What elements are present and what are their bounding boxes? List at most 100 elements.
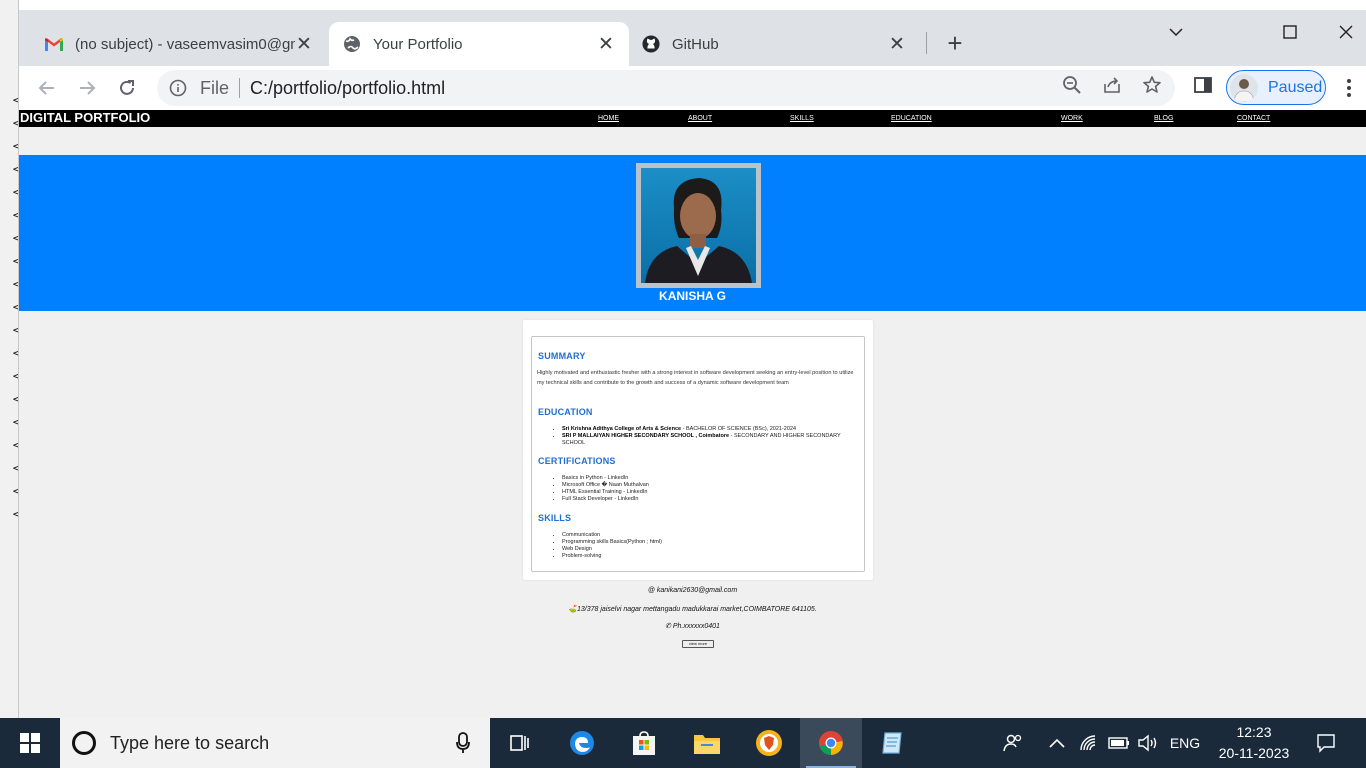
nav-blog[interactable]: BLOG bbox=[1154, 114, 1173, 123]
background-glyph: < bbox=[12, 370, 18, 382]
tab-title: (no subject) - vaseemvasim0@gm bbox=[75, 35, 295, 53]
clock-time: 12:23 bbox=[1236, 724, 1272, 740]
url-text[interactable]: C:/portfolio/portfolio.html bbox=[250, 78, 445, 99]
edge-browser-icon[interactable] bbox=[551, 718, 613, 768]
gmail-icon bbox=[45, 35, 63, 53]
background-glyph: < bbox=[12, 255, 18, 267]
tab-github[interactable]: GitHub ✕ bbox=[628, 22, 920, 66]
tab-gmail[interactable]: (no subject) - vaseemvasim0@gm ✕ bbox=[31, 22, 327, 66]
tab-your-portfolio[interactable]: Your Portfolio ✕ bbox=[329, 22, 629, 66]
background-glyph: < bbox=[12, 278, 18, 290]
background-glyph: < bbox=[12, 347, 18, 359]
background-glyph: < bbox=[12, 485, 18, 497]
notification-icon[interactable] bbox=[1311, 718, 1341, 768]
address-bar[interactable]: File C:/portfolio/portfolio.html bbox=[157, 70, 1175, 106]
nav-education[interactable]: EDUCATION bbox=[891, 114, 932, 123]
education-list: Sri Krishna Adithya College of Arts & Sc… bbox=[562, 426, 862, 447]
tab-search-icon[interactable] bbox=[1156, 20, 1196, 44]
contact-phone: ✆ Ph.xxxxxx0401 bbox=[665, 623, 720, 630]
forward-arrow-icon[interactable] bbox=[75, 76, 99, 100]
close-icon[interactable]: ✕ bbox=[597, 33, 615, 56]
page-viewport: DIGITAL PORTFOLIO HOME ABOUT SKILLS EDUC… bbox=[19, 110, 1366, 718]
share-icon[interactable] bbox=[1101, 74, 1123, 96]
browser-toolbar: File C:/portfolio/portfolio.html Paused bbox=[19, 66, 1366, 110]
background-glyph: < bbox=[12, 301, 18, 313]
nav-work[interactable]: WORK bbox=[1061, 114, 1083, 123]
list-item: Problem-solving bbox=[562, 553, 862, 560]
resume-card: SUMMARY Highly motivated and enthusiasti… bbox=[523, 320, 873, 580]
bookmark-star-icon[interactable] bbox=[1141, 74, 1163, 96]
background-glyph: < bbox=[12, 439, 18, 451]
background-glyph: < bbox=[12, 416, 18, 428]
close-icon[interactable]: ✕ bbox=[295, 33, 313, 56]
close-window-icon[interactable] bbox=[1326, 20, 1366, 44]
globe-icon bbox=[343, 35, 361, 53]
profile-paused-button[interactable]: Paused bbox=[1226, 70, 1326, 105]
maximize-icon[interactable] bbox=[1270, 20, 1310, 44]
background-glyph: < bbox=[12, 163, 18, 175]
clock-date: 20-11-2023 bbox=[1218, 745, 1290, 761]
chrome-taskbar-icon[interactable] bbox=[800, 718, 862, 768]
windows-start-icon[interactable] bbox=[0, 718, 60, 768]
taskbar-search-box[interactable]: Type here to search bbox=[60, 718, 490, 768]
microsoft-store-icon[interactable] bbox=[613, 718, 675, 768]
chevron-up-icon[interactable] bbox=[1046, 718, 1068, 768]
microphone-icon[interactable] bbox=[456, 732, 470, 759]
brave-browser-icon[interactable] bbox=[738, 718, 800, 768]
list-item: Communication bbox=[562, 532, 862, 539]
tab-strip: (no subject) - vaseemvasim0@gm ✕ Your Po… bbox=[19, 10, 1366, 66]
system-clock[interactable]: 12:23 20-11-2023 bbox=[1208, 722, 1300, 764]
background-glyph: < bbox=[12, 186, 18, 198]
nav-contact[interactable]: CONTACT bbox=[1237, 114, 1270, 123]
list-item: Programming skills Basics(Python ; html) bbox=[562, 539, 862, 546]
background-window: < < < < < < < < < < < < < < < < < < < bbox=[0, 0, 19, 718]
new-tab-icon[interactable]: + bbox=[941, 30, 969, 58]
list-item: Web Design bbox=[562, 546, 862, 553]
tab-title: Your Portfolio bbox=[373, 35, 463, 53]
volume-icon[interactable] bbox=[1136, 718, 1160, 768]
view-more-button[interactable]: view more bbox=[682, 640, 714, 648]
list-item: SRI P MALLAIYAN HIGHER SECONDARY SCHOOL … bbox=[562, 433, 862, 447]
profile-label: Paused bbox=[1268, 78, 1323, 96]
certifications-list: Basics in Python - LinkedIn Microsoft Of… bbox=[562, 475, 862, 503]
tab-title: GitHub bbox=[672, 35, 719, 53]
hero-name: KANISHA G bbox=[659, 289, 726, 303]
notepad-icon[interactable] bbox=[862, 718, 924, 768]
kebab-menu-icon[interactable] bbox=[1339, 76, 1359, 100]
list-item: HTML Essential Training - LinkedIn bbox=[562, 489, 862, 496]
list-item: Basics in Python - LinkedIn bbox=[562, 475, 862, 482]
background-glyph: < bbox=[12, 94, 18, 106]
nav-about[interactable]: ABOUT bbox=[688, 114, 712, 123]
summary-heading: SUMMARY bbox=[538, 351, 586, 361]
certifications-heading: CERTIFICATIONS bbox=[538, 456, 616, 466]
zoom-icon[interactable] bbox=[1061, 74, 1083, 96]
site-navbar: DIGITAL PORTFOLIO HOME ABOUT SKILLS EDUC… bbox=[19, 110, 1366, 127]
people-icon[interactable] bbox=[1000, 718, 1026, 768]
list-item: Full Stack Developer - LinkedIn bbox=[562, 496, 862, 503]
file-explorer-icon[interactable] bbox=[676, 718, 738, 768]
background-glyph: < bbox=[12, 232, 18, 244]
language-indicator[interactable]: ENG bbox=[1164, 718, 1206, 768]
side-panel-icon[interactable] bbox=[1192, 74, 1214, 96]
wifi-icon[interactable] bbox=[1077, 718, 1101, 768]
background-glyph: < bbox=[12, 324, 18, 336]
summary-text: Highly motivated and enthusiastic freshe… bbox=[537, 370, 854, 386]
tab-separator bbox=[926, 32, 927, 54]
contact-address: ⛳13/378 jaiselvi nagar mettangadu madukk… bbox=[568, 606, 817, 613]
nav-skills[interactable]: SKILLS bbox=[790, 114, 814, 123]
back-arrow-icon[interactable] bbox=[35, 76, 59, 100]
list-item: Microsoft Office � Naan Muthalvan bbox=[562, 482, 862, 489]
cortana-icon bbox=[72, 731, 96, 755]
reload-icon[interactable] bbox=[115, 76, 139, 100]
background-glyph: < bbox=[12, 140, 18, 152]
info-icon[interactable] bbox=[168, 78, 188, 98]
close-icon[interactable]: ✕ bbox=[888, 33, 906, 56]
contact-email: @ kanikani2630@gmail.com bbox=[647, 587, 738, 594]
github-icon bbox=[642, 35, 660, 53]
battery-icon[interactable] bbox=[1107, 718, 1131, 768]
resume-card-inner: SUMMARY Highly motivated and enthusiasti… bbox=[531, 336, 865, 572]
task-view-icon[interactable] bbox=[489, 718, 551, 768]
background-glyph: < bbox=[12, 462, 18, 474]
background-glyph: < bbox=[12, 209, 18, 221]
nav-home[interactable]: HOME bbox=[598, 114, 619, 123]
